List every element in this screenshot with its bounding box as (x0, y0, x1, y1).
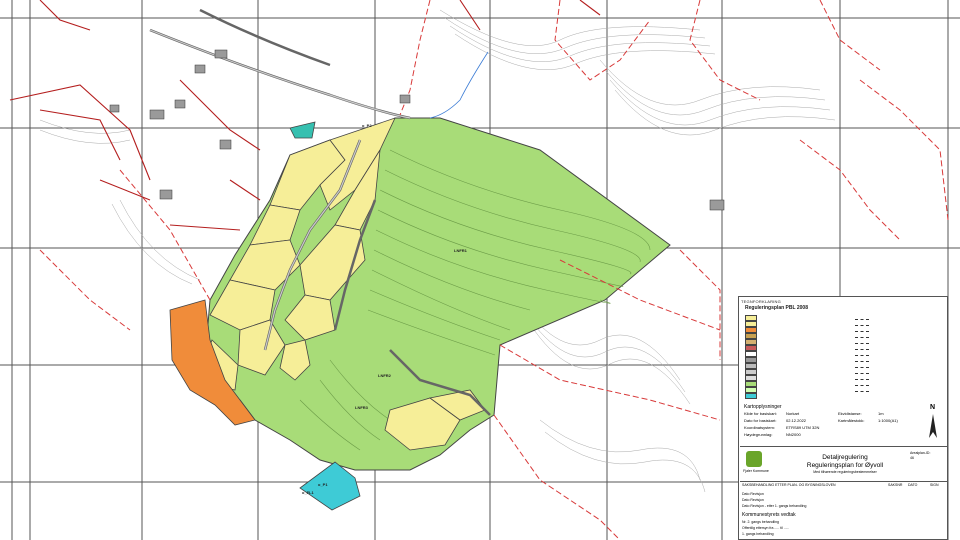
history-heading: SAKSBEHANDLING ETTER PLAN- OG BYGNINGSLO… (742, 483, 836, 487)
legend-line-10 (855, 373, 869, 377)
map-info: Kartopplysninger Kilde for basiskart: No… (744, 404, 944, 444)
stream (429, 51, 489, 119)
legend-subtitle: Reguleringsplan PBL 2008 (745, 305, 808, 311)
parking-area-2 (289, 121, 316, 139)
history-row-1: Dato Revisjon (742, 492, 764, 496)
legend-line-1 (855, 319, 869, 323)
processing-history: SAKSBEHANDLING ETTER PLAN- OG BYGNINGSLO… (740, 482, 948, 540)
map-info-val-1: Norkart (786, 411, 800, 416)
map-info-key-3: Koordinatsystem: (744, 425, 775, 430)
map-info-val-4: NN2000 (786, 432, 801, 437)
history-row2-2: Offentlig ettersyn fra ..... til ..... (742, 526, 789, 530)
legend-line-8 (855, 361, 869, 365)
legend-line-12 (855, 385, 869, 389)
zone-label-lnfr3: LNFR3 (355, 405, 368, 410)
map-info-key-1: Kilde for basiskart: (744, 411, 777, 416)
legend-line-5 (855, 343, 869, 347)
history-row2-1: Nr. 2. gangs behandling (742, 520, 779, 524)
plan-subtitle: Med tilhørende reguleringsbestemmelser (813, 470, 877, 474)
legend-swatch-cyan (745, 393, 757, 399)
title-block: Fjaler Kommune Detaljregulering Reguleri… (740, 446, 948, 482)
history-row-3: Dato Revisjon - etter 1. gangs behandlin… (742, 504, 807, 508)
map-info-heading: Kartopplysninger (744, 404, 782, 410)
municipality-name: Fjaler Kommune (743, 469, 769, 473)
map-info-val-3: ETRS89 UTM 32N (786, 425, 820, 430)
map-info-right-val-1: 1m (878, 411, 884, 416)
plan-name: Reguleringsplan for Øyvoll (806, 462, 884, 469)
legend-title: TEGNFORKLARING (741, 299, 781, 304)
history-komm: Kommunestyrets vedtak (742, 512, 796, 518)
legend-line-3 (855, 331, 869, 335)
map-info-key-4: Høydegrunnlag: (744, 432, 773, 437)
history-col-sak: SAKSNR (888, 483, 903, 487)
history-row2-3: 1. gangs behandling (742, 532, 774, 536)
history-col-dato: DATO (908, 483, 918, 487)
arealplan-id: 46 (910, 456, 914, 460)
zone-label-lnfr1: LNFR1 (454, 248, 467, 253)
map-info-key-2: Dato for basiskart: (744, 418, 777, 423)
north-arrow-icon (929, 414, 937, 438)
legend-line-13 (855, 391, 869, 395)
map-info-right-val-2: 1:1000(A1) (878, 418, 898, 423)
map-info-right-key-2: Kartmålestokk: (838, 418, 865, 423)
legend-line-4 (855, 337, 869, 341)
arealplan-label: Arealplan-ID: (910, 451, 931, 455)
zone-label-fl: o_FL1 (302, 490, 314, 495)
legend-line-6 (855, 349, 869, 353)
zone-label-lnfr2: LNFR2 (378, 373, 391, 378)
north-arrow: N (930, 404, 936, 411)
legend-line-11 (855, 379, 869, 383)
history-row-2: Dato Revisjon (742, 498, 764, 502)
map-info-val-2: 02.12.2022 (786, 418, 807, 423)
municipality-logo (746, 451, 762, 467)
legend-line-9 (855, 367, 869, 371)
map-info-right-key-1: Ekvidistanse: (838, 411, 862, 416)
legend-line-7 (855, 355, 869, 359)
plan-type: Detaljregulering (822, 454, 868, 461)
history-col-sign: SIGN (930, 483, 939, 487)
zone-label-parking: o_P1 (318, 482, 328, 487)
legend-line-2 (855, 325, 869, 329)
zone-label-parking-2: o_P2 (362, 123, 372, 128)
